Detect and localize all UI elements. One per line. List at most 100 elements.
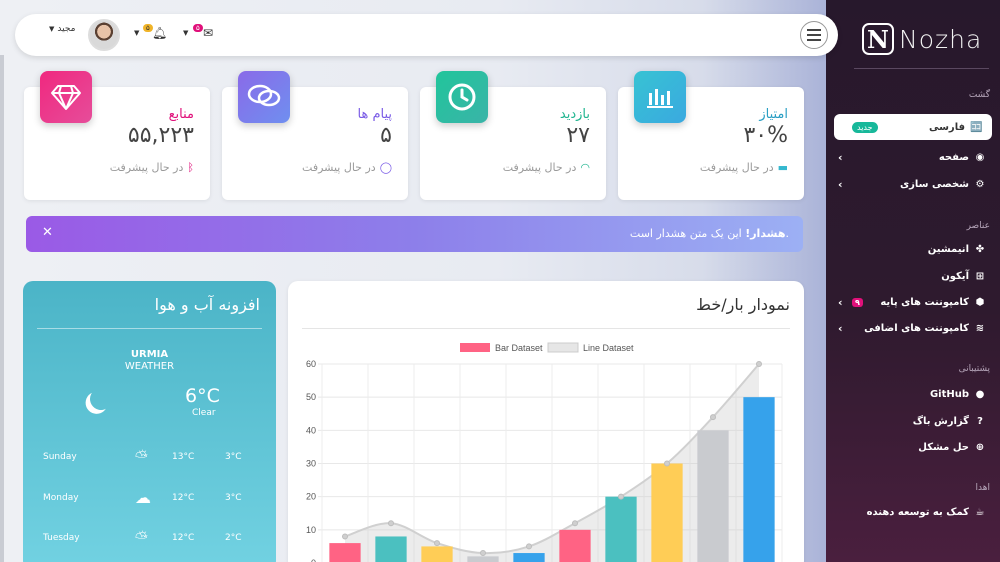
sidebar-item-github[interactable]: GitHub ● — [836, 383, 986, 405]
line-point — [572, 520, 578, 527]
sidebar-item-label: کمک به توسعه دهنده — [866, 506, 969, 518]
sidebar-item-extra-components[interactable]: ‹ کامپوننت های اضافی ≋ — [836, 317, 986, 339]
sidebar-item-label: کامپوننت های پایه — [880, 296, 969, 308]
line-point — [434, 540, 440, 547]
top-navbar: ▼ مجید ▼ 🔔︎ ۵ ▼ ✉ ۵ — [15, 14, 838, 56]
user-menu[interactable]: ▼ مجید — [49, 24, 75, 34]
chart-title: نمودار بار/خط — [696, 295, 790, 314]
sidebar-item-label: آیکون — [941, 270, 969, 282]
caret-down-icon: ▼ — [183, 29, 189, 37]
card-footer-text: در حال پیشرفت — [699, 161, 774, 174]
whatsapp-icon: ◯ — [379, 161, 392, 174]
scrollbar[interactable] — [0, 55, 4, 562]
caret-down-icon: ▼ — [134, 29, 140, 37]
bell-icon[interactable]: 🔔︎ — [152, 26, 167, 40]
forecast-row: Sunday ⛅︎ 13°C 3°C — [43, 447, 263, 466]
sidebar-item-animation[interactable]: انیمشین ✤ — [836, 238, 986, 260]
y-tick-label: 10 — [306, 525, 316, 535]
bar — [513, 553, 545, 562]
card-footer-text: در حال پیشرفت — [302, 161, 376, 174]
card-footer-text: در حال پیشرفت — [109, 161, 184, 174]
bar — [421, 546, 453, 562]
sidebar-item-donate[interactable]: کمک به توسعه دهنده ☕ — [836, 501, 986, 523]
stat-card-messages[interactable]: پیام ها ۵ در حال پیشرفت ◯ — [222, 71, 408, 200]
stat-card-score[interactable]: امتیاز ۳۰% در حال پیشرفت ▬ — [618, 71, 804, 200]
chart-card: نمودار بار/خط Bar Dataset Line Dataset 0 10… — [288, 281, 804, 562]
sidebar-item-bug-report[interactable]: گزارش باگ ? — [836, 410, 986, 432]
notification-badge: ۵ — [143, 24, 153, 32]
y-tick-label: 20 — [306, 492, 316, 502]
card-title: پیام ها — [357, 107, 393, 122]
y-tick-label: 30 — [306, 459, 316, 469]
chart-bars-icon — [634, 71, 686, 123]
stat-card-resources[interactable]: منابع ۵۵,۲۲۳ در حال پیشرفت ᛒ — [24, 71, 210, 200]
alert-message: هشدار! این یک متن هشدار است. — [630, 227, 789, 240]
brand-logo[interactable]: N Nozha — [862, 22, 982, 56]
section-donate-heading: اهدا — [975, 483, 990, 493]
weather-city: URMIA — [130, 349, 169, 360]
line-point — [480, 550, 486, 557]
cube-icon: ⬢ — [975, 296, 985, 308]
sidebar-item-label: انیمشین — [927, 243, 969, 255]
forecast-low: 3°C — [225, 493, 242, 503]
icons-grid-icon: ⊞ — [975, 270, 985, 282]
close-icon[interactable]: ✕ — [42, 225, 53, 240]
caret-down-icon: ▼ — [49, 25, 55, 33]
bar — [651, 463, 683, 562]
bar — [467, 556, 499, 562]
stat-card-visits[interactable]: بازدید ۲۷ در حال پیشرفت ◠ — [420, 71, 606, 200]
brand-name: Nozha — [899, 24, 983, 54]
partly-cloudy-icon: ⛅︎ — [135, 528, 148, 547]
mail-badge: ۵ — [193, 24, 203, 32]
forecast-day: Monday — [43, 493, 79, 503]
divider — [302, 328, 790, 329]
clock-icon — [436, 71, 488, 123]
fan-icon: ✤ — [975, 243, 985, 255]
menu-toggle-button[interactable] — [800, 21, 828, 49]
card-value: ۲۷ — [566, 123, 590, 148]
legend-label: Bar Dataset — [495, 343, 543, 353]
sidebar-item-icons[interactable]: آیکون ⊞ — [836, 265, 986, 287]
line-point — [526, 543, 532, 550]
card-footer: در حال پیشرفت ▬ — [700, 161, 788, 174]
coffee-icon: ☕ — [975, 506, 985, 518]
y-tick-label: 50 — [306, 392, 316, 402]
forecast-high: 12°C — [172, 493, 195, 503]
count-badge: ۹ — [852, 297, 863, 307]
card-title: امتیاز — [759, 107, 788, 122]
forecast-row: Tuesday ⛅︎ 12°C 2°C — [43, 528, 263, 547]
bar — [559, 529, 591, 562]
moon-icon — [88, 386, 113, 411]
card-footer: در حال پیشرفت ◠ — [503, 161, 590, 174]
chevron-left-icon: ‹ — [838, 321, 843, 335]
card-value: ۵ — [380, 123, 392, 148]
bar — [375, 536, 407, 562]
forecast-low: 2°C — [225, 533, 242, 543]
user-name: مجید — [57, 24, 76, 34]
sidebar-item-base-components[interactable]: ‹ ۹ کامپوننت های پایه ⬢ — [836, 291, 986, 313]
forecast-day: Tuesday — [43, 533, 80, 543]
y-tick-label: 40 — [306, 425, 316, 435]
legend-swatch-line — [547, 342, 579, 353]
hamburger-line — [807, 34, 821, 36]
sidebar-item-troubleshoot[interactable]: حل مشکل ⊕ — [836, 436, 986, 458]
sidebar-item-label: صفحه — [938, 151, 969, 163]
sidebar: N Nozha گشت جدید فارسی 🈁 ‹ صفحه ◉ ‹ شخصی… — [826, 0, 1000, 562]
bar — [329, 543, 361, 562]
sidebar-item-page[interactable]: ‹ صفحه ◉ — [836, 146, 986, 168]
mail-icon[interactable]: ✉ — [203, 26, 213, 40]
bar-line-chart: Bar Dataset Line Dataset 0 10 20 30 40 50 60 — [306, 342, 783, 562]
line-point — [342, 533, 348, 540]
bar — [697, 430, 729, 562]
card-footer: در حال پیشرفت ◯ — [302, 161, 392, 174]
sidebar-item-farsi[interactable]: جدید فارسی 🈁 — [834, 114, 992, 140]
avatar[interactable] — [88, 19, 120, 51]
sidebar-item-customize[interactable]: ‹ شخصی سازی ⚙ — [836, 173, 986, 195]
line-point — [664, 460, 670, 467]
bar — [743, 397, 775, 562]
legend-label: Line Dataset — [583, 343, 634, 353]
weather-title: افزونه آب و هوا — [154, 295, 260, 314]
card-footer-text: در حال پیشرفت — [502, 161, 577, 174]
card-title: منابع — [168, 107, 194, 122]
hamburger-line — [807, 39, 821, 41]
